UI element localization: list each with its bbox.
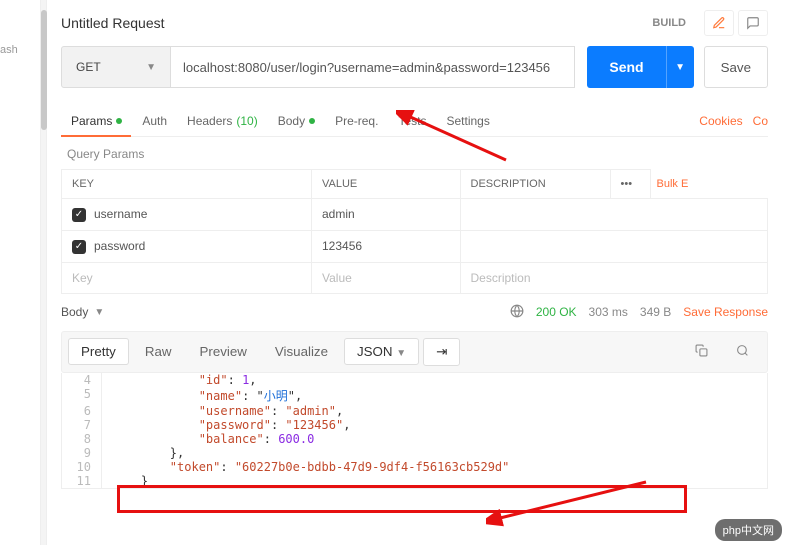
- globe-icon[interactable]: [510, 304, 524, 321]
- chevron-down-icon: ▼: [396, 348, 406, 359]
- search-icon[interactable]: [724, 339, 761, 365]
- more-options-icon[interactable]: •••: [610, 170, 650, 199]
- request-title: Untitled Request: [61, 15, 652, 31]
- dot-icon: [116, 118, 122, 124]
- param-desc[interactable]: [460, 230, 768, 262]
- view-visualize[interactable]: Visualize: [263, 339, 340, 364]
- response-size: 349 B: [640, 305, 671, 319]
- param-key[interactable]: password: [94, 239, 145, 253]
- tab-tests[interactable]: Tests: [388, 106, 436, 136]
- checkbox-checked-icon[interactable]: ✓: [72, 240, 86, 254]
- query-params-title: Query Params: [61, 137, 768, 169]
- response-body-label: Body: [61, 305, 88, 319]
- dot-icon: [309, 118, 315, 124]
- param-value[interactable]: admin: [312, 199, 461, 231]
- response-header: Body ▼ 200 OK 303 ms 349 B Save Response: [61, 294, 768, 331]
- params-table: KEY VALUE DESCRIPTION ••• Bulk E ✓ userna…: [61, 169, 768, 294]
- headers-count: (10): [236, 114, 257, 128]
- wrap-icon[interactable]: ⇥: [423, 338, 460, 366]
- url-input[interactable]: [171, 46, 575, 88]
- method-label: GET: [76, 60, 146, 74]
- tab-params-label: Params: [71, 114, 112, 128]
- tab-body-label: Body: [278, 114, 305, 128]
- format-label: JSON: [357, 344, 393, 359]
- scroll-track[interactable]: [41, 0, 47, 545]
- param-key-placeholder[interactable]: Key: [62, 262, 312, 293]
- view-preview[interactable]: Preview: [187, 339, 258, 364]
- view-pretty[interactable]: Pretty: [68, 338, 129, 365]
- table-row[interactable]: ✓ username admin: [62, 199, 768, 231]
- tab-headers-label: Headers: [187, 114, 232, 128]
- code-link[interactable]: Co: [753, 114, 768, 128]
- annotation-highlight-box: [117, 485, 687, 513]
- param-desc[interactable]: [460, 199, 768, 231]
- table-row-new[interactable]: Key Value Description: [62, 262, 768, 293]
- col-key: KEY: [62, 170, 312, 199]
- watermark: php中文网: [715, 519, 782, 541]
- view-raw[interactable]: Raw: [133, 339, 184, 364]
- param-value[interactable]: 123456: [312, 230, 461, 262]
- tab-headers[interactable]: Headers (10): [177, 106, 268, 136]
- tab-params[interactable]: Params: [61, 106, 132, 136]
- checkbox-checked-icon[interactable]: ✓: [72, 208, 86, 222]
- response-view-toolbar: Pretty Raw Preview Visualize JSON ▼ ⇥: [61, 331, 768, 373]
- method-select[interactable]: GET ▼: [61, 46, 171, 88]
- send-button[interactable]: Send: [587, 46, 665, 88]
- chevron-down-icon: ▼: [146, 62, 156, 73]
- tab-auth[interactable]: Auth: [132, 106, 177, 136]
- copy-icon[interactable]: [683, 339, 720, 365]
- response-body[interactable]: 4 "id": 1,5 "name": "小明",6 "username": "…: [61, 373, 768, 489]
- build-label[interactable]: BUILD: [652, 17, 686, 29]
- comment-icon[interactable]: [738, 10, 768, 36]
- col-desc: DESCRIPTION: [460, 170, 610, 199]
- param-key[interactable]: username: [94, 207, 147, 221]
- sidebar-fragment: ash: [0, 44, 18, 56]
- bulk-edit-link[interactable]: Bulk E: [657, 178, 689, 190]
- save-response-link[interactable]: Save Response: [683, 305, 768, 319]
- cookies-link[interactable]: Cookies: [699, 114, 742, 128]
- table-row[interactable]: ✓ password 123456: [62, 230, 768, 262]
- param-desc-placeholder[interactable]: Description: [460, 262, 768, 293]
- format-select[interactable]: JSON ▼: [344, 338, 419, 365]
- send-more-button[interactable]: ▼: [666, 46, 694, 88]
- edit-icon[interactable]: [704, 10, 734, 36]
- request-bar: GET ▼ Send ▼ Save: [61, 46, 768, 88]
- response-time: 303 ms: [589, 305, 628, 319]
- chevron-down-icon: ▼: [94, 307, 104, 318]
- col-value: VALUE: [312, 170, 461, 199]
- param-value-placeholder[interactable]: Value: [312, 262, 461, 293]
- status-code: 200 OK: [536, 305, 577, 319]
- tab-settings[interactable]: Settings: [436, 106, 499, 136]
- tab-prereq[interactable]: Pre-req.: [325, 106, 388, 136]
- response-body-tab[interactable]: Body ▼: [61, 305, 104, 319]
- scroll-thumb[interactable]: [41, 10, 47, 130]
- tab-body[interactable]: Body: [268, 106, 325, 136]
- request-tabs: Params Auth Headers (10) Body Pre-req. T…: [61, 106, 768, 137]
- save-button[interactable]: Save: [704, 46, 768, 88]
